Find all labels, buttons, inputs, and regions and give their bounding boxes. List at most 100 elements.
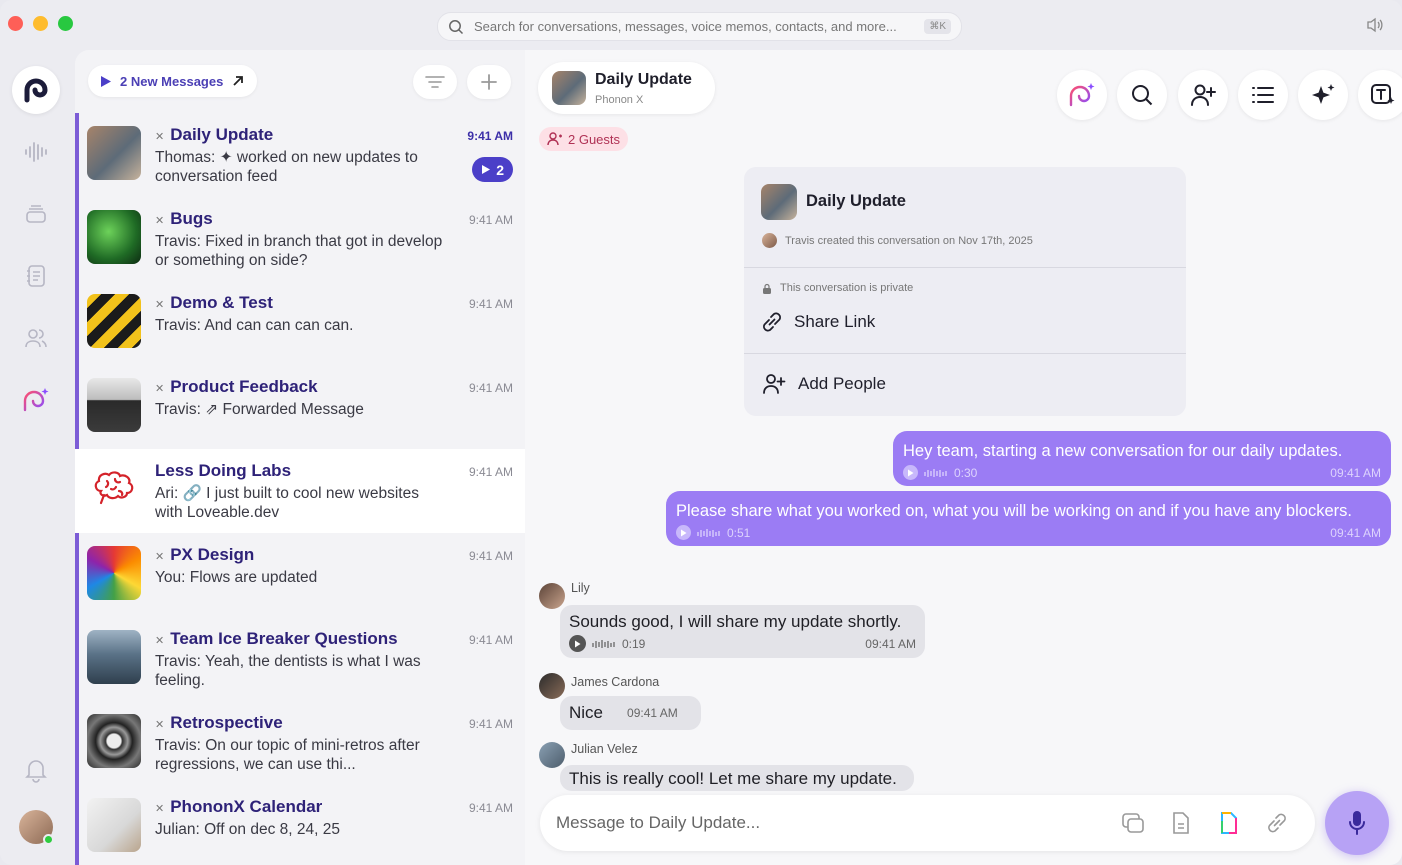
screen-record-button[interactable] xyxy=(1120,810,1146,836)
add-people-button[interactable]: Add People xyxy=(762,373,886,395)
conversation-preview: Thomas: ✦ worked on new updates to conve… xyxy=(155,149,418,185)
conversation-thumbnail xyxy=(87,126,141,180)
transcript-button[interactable] xyxy=(1358,70,1402,120)
share-link-button[interactable]: Share Link xyxy=(762,310,875,334)
search-shortcut: ⌘K xyxy=(924,19,951,34)
rail-notifications[interactable] xyxy=(12,746,60,794)
message-incoming[interactable]: Sounds good, I will share my update shor… xyxy=(560,605,925,658)
conversation-item-team-ice-breaker[interactable]: ✕ Team Ice Breaker Questions Travis: Yeah… xyxy=(75,617,525,701)
conversation-header[interactable]: Daily Update Phonon X xyxy=(538,62,715,114)
play-icon xyxy=(575,640,581,647)
conversation-preview: Travis: Fixed in branch that got in deve… xyxy=(155,233,443,269)
phononx-mark-icon: ✕ xyxy=(155,131,165,143)
sender-avatar[interactable] xyxy=(539,742,565,768)
list-icon xyxy=(1252,87,1274,103)
play-voice-memo-button[interactable] xyxy=(676,525,691,540)
conversation-item-product-feedback[interactable]: ✕ Product Feedback Travis: ⇗ Forwarded Me… xyxy=(75,365,525,449)
conversation-thumbnail xyxy=(87,714,141,768)
sender-avatar[interactable] xyxy=(539,673,565,699)
play-icon xyxy=(681,529,687,536)
new-conversation-button[interactable] xyxy=(467,65,511,99)
brain-icon xyxy=(94,471,134,505)
conversation-item-px-design[interactable]: ✕ PX Design You: Flows are updated 9:41 A… xyxy=(75,533,525,617)
search-placeholder: Search for conversations, messages, voic… xyxy=(474,19,897,34)
rail-spaces[interactable] xyxy=(12,376,60,424)
conversation-thumbnail xyxy=(87,462,141,516)
conversation-item-demo-test[interactable]: ✕ Demo & Test Travis: And can can can can… xyxy=(75,281,525,365)
play-icon xyxy=(482,165,491,174)
info-card-title: Daily Update xyxy=(806,192,906,210)
conversation-time: 9:41 AM xyxy=(468,801,513,815)
play-voice-memo-button[interactable] xyxy=(569,635,586,652)
conversation-preview: Travis: ⇗ Forwarded Message xyxy=(155,401,364,418)
rail-notes[interactable] xyxy=(12,252,60,300)
message-time: 09:41 AM xyxy=(865,636,916,651)
sender-avatar[interactable] xyxy=(539,583,565,609)
contacts-icon xyxy=(25,329,47,348)
guests-badge[interactable]: 2 Guests xyxy=(539,127,629,151)
conversation-list: 2 New Messages ✕ Daily Update Thomas: ✦ w… xyxy=(75,50,525,865)
rail-home[interactable] xyxy=(12,66,60,114)
conversation-title: ✕ Bugs xyxy=(155,209,213,228)
attach-file-button[interactable] xyxy=(1168,810,1194,836)
message-incoming[interactable]: This is really cool! Let me share my upd… xyxy=(560,765,914,791)
message-input[interactable] xyxy=(556,809,1076,837)
search-conversation-button[interactable] xyxy=(1117,70,1167,120)
waveform-icon xyxy=(25,142,47,162)
global-search[interactable]: Search for conversations, messages, voic… xyxy=(437,12,962,41)
plus-icon xyxy=(481,74,497,90)
conversation-title: ✕ Retrospective xyxy=(155,713,283,732)
filter-icon xyxy=(425,76,445,88)
record-voice-button[interactable] xyxy=(1325,791,1389,855)
play-voice-memo-button[interactable] xyxy=(903,465,918,480)
conversation-preview: Travis: And can can can can. xyxy=(155,317,354,334)
conversation-preview: Ari: 🔗 I just built to cool new websites… xyxy=(155,485,419,521)
message-outgoing[interactable]: Please share what you worked on, what yo… xyxy=(666,491,1391,546)
conversation-thumbnail xyxy=(761,184,797,220)
waveform-icon xyxy=(697,528,720,537)
guests-icon xyxy=(547,132,562,146)
conversation-thumbnail xyxy=(87,546,141,600)
minimize-window-button[interactable] xyxy=(33,16,48,31)
conversation-title: Less Doing Labs xyxy=(155,461,292,480)
message-outgoing[interactable]: Hey team, starting a new conversation fo… xyxy=(893,431,1391,486)
speaker-icon[interactable] xyxy=(1366,17,1384,33)
filter-button[interactable] xyxy=(413,65,457,99)
list-view-button[interactable] xyxy=(1238,70,1288,120)
phononx-mark-icon: ✕ xyxy=(155,299,165,311)
close-window-button[interactable] xyxy=(8,16,23,31)
conversation-item-less-doing-labs[interactable]: Less Doing Labs Ari: 🔗 I just built to c… xyxy=(75,449,525,533)
rail-contacts[interactable] xyxy=(12,314,60,362)
conversation-item-phononx-calendar[interactable]: ✕ PhononX Calendar Julian: Off on dec 8, … xyxy=(75,785,525,865)
message-incoming[interactable]: Nice 09:41 AM xyxy=(560,696,701,730)
spaces-icon xyxy=(1069,83,1095,107)
transcript-icon xyxy=(1371,84,1395,104)
zoom-window-button[interactable] xyxy=(58,16,73,31)
conversation-item-daily-update[interactable]: ✕ Daily Update Thomas: ✦ worked on new up… xyxy=(75,113,525,197)
sender-name: Julian Velez xyxy=(571,742,638,756)
add-person-button[interactable] xyxy=(1178,70,1228,120)
conversation-title: ✕ Daily Update xyxy=(155,125,274,144)
conversation-item-retrospective[interactable]: ✕ Retrospective Travis: On our topic of m… xyxy=(75,701,525,785)
spaces-icon xyxy=(23,388,49,412)
rail-voice[interactable] xyxy=(12,128,60,176)
conversation-time: 9:41 AM xyxy=(467,129,513,143)
voice-memo-duration: 0:51 xyxy=(727,525,751,540)
title-bar: Search for conversations, messages, voic… xyxy=(0,0,1402,50)
rail-inbox[interactable] xyxy=(12,190,60,238)
add-user-icon xyxy=(763,374,786,394)
conversation-time: 9:41 AM xyxy=(468,213,513,227)
ai-sparkle-button[interactable] xyxy=(1298,70,1348,120)
spaces-button[interactable] xyxy=(1057,70,1107,120)
info-card-privacy: This conversation is private Share Link xyxy=(744,268,1186,354)
search-icon xyxy=(1132,85,1153,106)
add-user-icon xyxy=(1191,84,1216,106)
screen-record-icon xyxy=(1122,813,1144,833)
attach-link-button[interactable] xyxy=(1264,810,1290,836)
conversation-time: 9:41 AM xyxy=(468,465,513,479)
new-messages-button[interactable]: 2 New Messages xyxy=(88,65,258,97)
message-time: 09:41 AM xyxy=(627,706,678,720)
attach-drive-button[interactable] xyxy=(1216,810,1242,836)
conversation-item-bugs[interactable]: ✕ Bugs Travis: Fixed in branch that got i… xyxy=(75,197,525,281)
my-avatar[interactable] xyxy=(19,810,54,845)
